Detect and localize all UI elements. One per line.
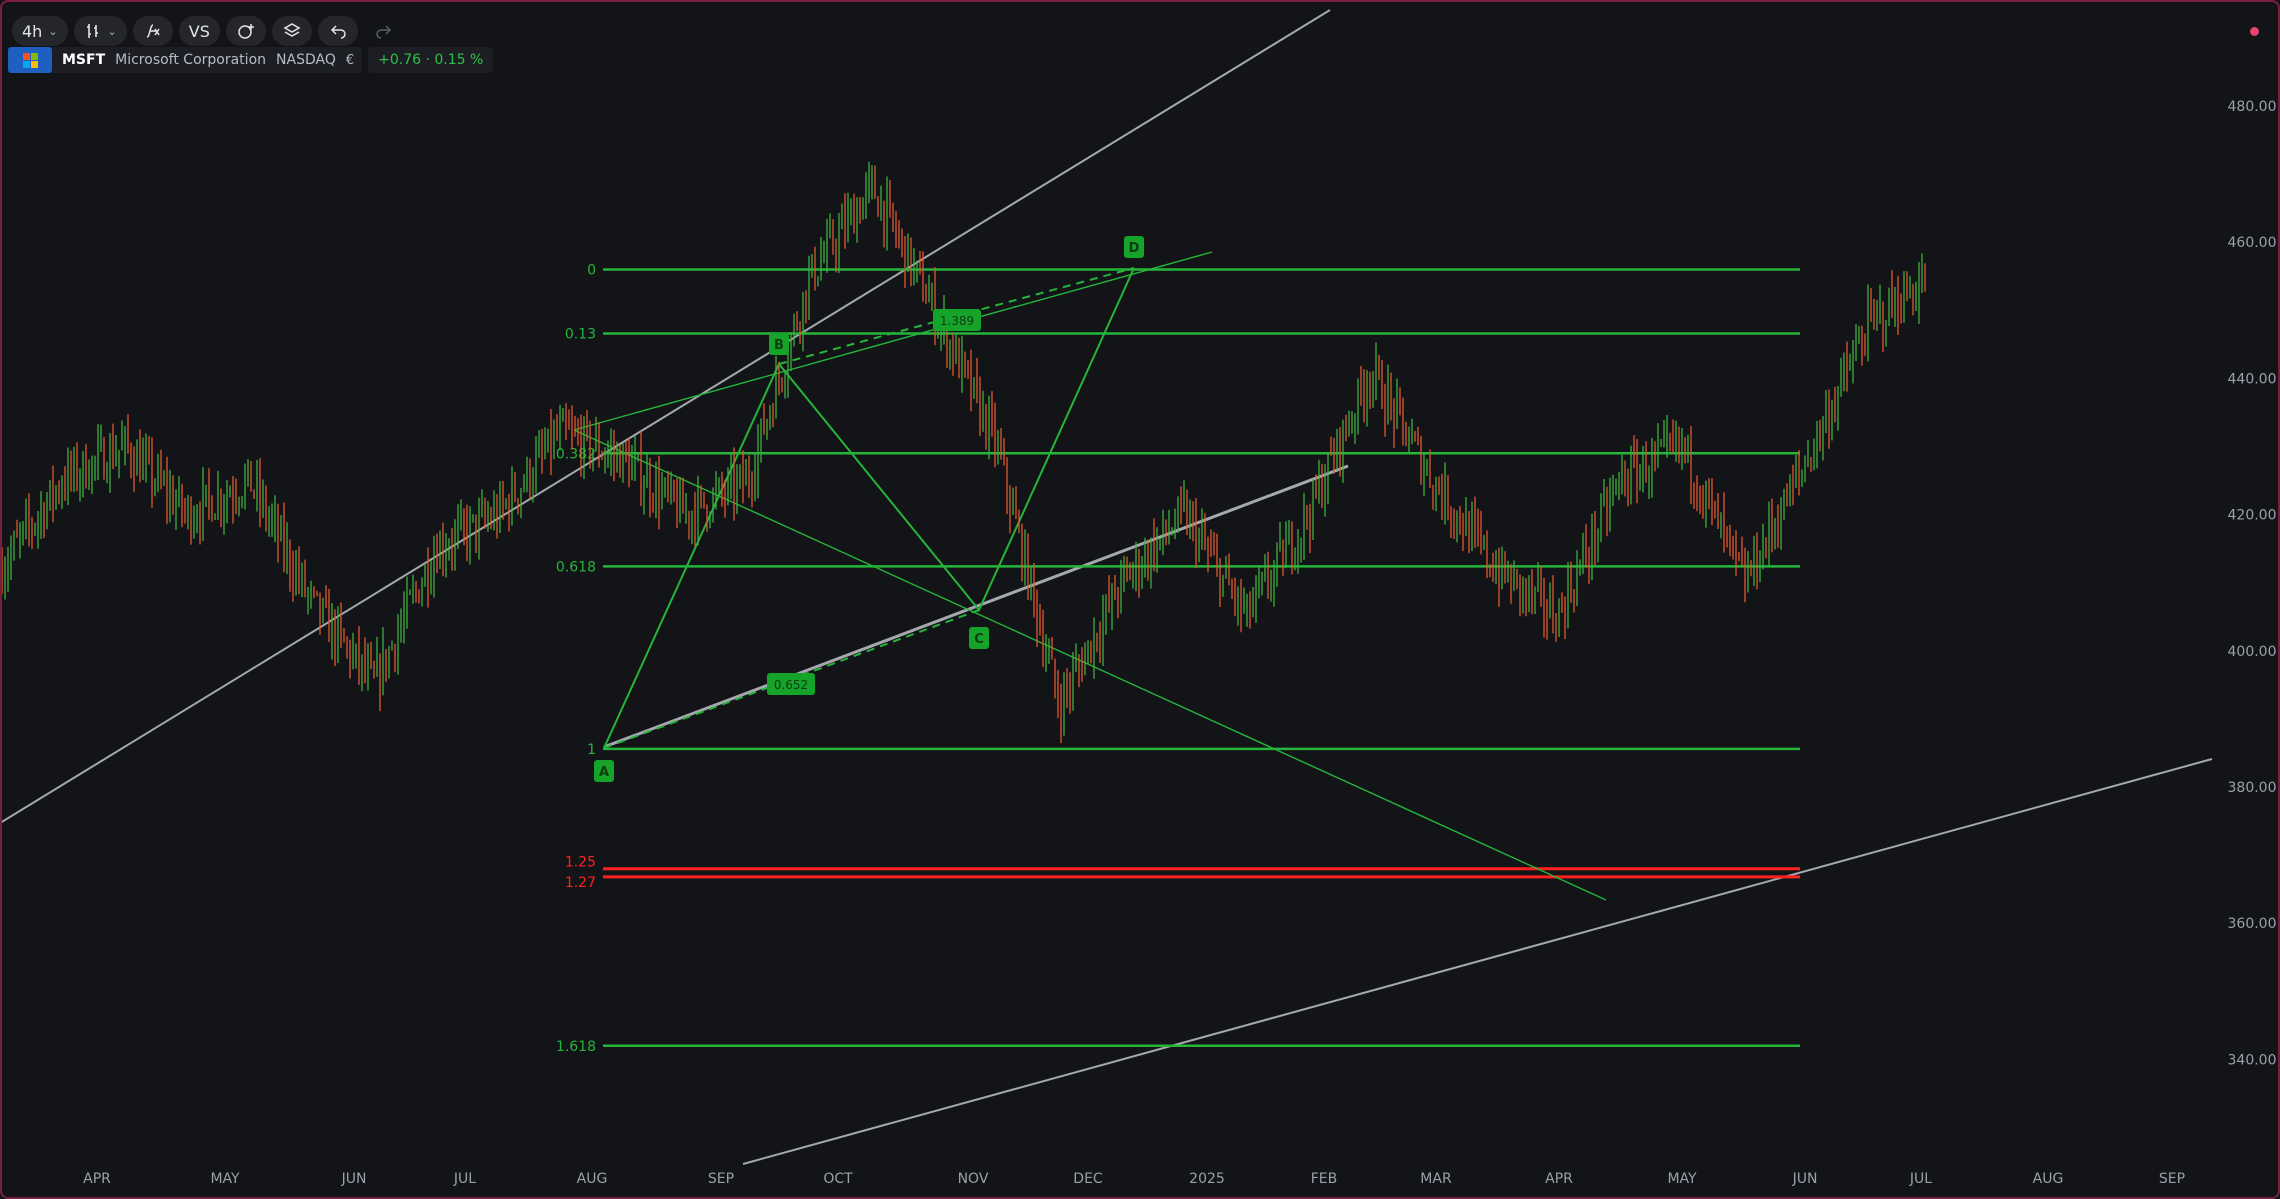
compare-button[interactable]: VS bbox=[178, 16, 220, 46]
price-tick-label: 420.00 bbox=[2228, 508, 2277, 524]
compare-label: VS bbox=[188, 21, 210, 41]
trendline-upper[interactable] bbox=[0, 9, 1331, 824]
interval-label: 4h bbox=[22, 21, 43, 41]
projection-line bbox=[573, 429, 1607, 901]
time-tick-label: FEB bbox=[1311, 1171, 1338, 1187]
time-tick-label: 2025 bbox=[1189, 1171, 1225, 1187]
price-tick-label: 340.00 bbox=[2228, 1052, 2277, 1068]
fib-level-label: 1.618 bbox=[556, 1039, 596, 1055]
time-tick-label: MAY bbox=[1667, 1171, 1697, 1187]
price-tick-label: 460.00 bbox=[2228, 235, 2277, 251]
chart-toolbar: 4h ⌄ ⌄ VS bbox=[12, 14, 404, 48]
fib-level-label: 1.25 bbox=[565, 855, 596, 871]
alert-button[interactable] bbox=[225, 16, 266, 46]
price-change: +0.76 · 0.15 % bbox=[368, 47, 494, 73]
layers-icon bbox=[283, 23, 301, 37]
chevron-down-icon: ⌄ bbox=[107, 24, 117, 38]
bar-style-icon bbox=[86, 24, 98, 38]
channel-line bbox=[573, 251, 1213, 431]
pattern-point-label: A bbox=[599, 765, 609, 780]
exchange-name: NASDAQ bbox=[276, 52, 336, 68]
pattern-point-label: C bbox=[974, 632, 984, 647]
price-tick-label: 480.00 bbox=[2228, 99, 2277, 115]
redo-button[interactable] bbox=[364, 16, 404, 46]
currency-icon: € bbox=[345, 52, 355, 68]
time-tick-label: AUG bbox=[2033, 1171, 2064, 1187]
microsoft-logo-icon bbox=[8, 47, 52, 73]
fib-level-label: 1 bbox=[587, 742, 596, 758]
price-axis[interactable]: 480.00 460.00 440.00 420.00 400.00 380.00 360.… bbox=[2228, 99, 2277, 1068]
redo-icon bbox=[376, 25, 391, 39]
time-tick-label: JUL bbox=[453, 1171, 476, 1187]
trendline-lower[interactable] bbox=[742, 758, 2213, 1165]
time-tick-label: AUG bbox=[577, 1171, 608, 1187]
price-tick-label: 400.00 bbox=[2228, 644, 2277, 660]
indicator-fx-icon bbox=[146, 24, 160, 38]
company-name: Microsoft Corporation bbox=[115, 52, 267, 68]
time-tick-label: APR bbox=[1545, 1171, 1573, 1187]
symbol-legend: MSFT Microsoft Corporation NASDAQ € +0.7… bbox=[8, 47, 494, 73]
layers-button[interactable] bbox=[271, 16, 312, 46]
fib-level-label: 0 bbox=[587, 262, 596, 278]
fib-level-label: 0.618 bbox=[556, 559, 596, 575]
time-tick-label: APR bbox=[83, 1171, 111, 1187]
pattern-point-label: D bbox=[1129, 241, 1140, 256]
price-tick-label: 440.00 bbox=[2228, 371, 2277, 387]
price-tick-label: 360.00 bbox=[2228, 916, 2277, 932]
time-tick-label: JUN bbox=[1792, 1171, 1818, 1187]
ratio-label: 1.389 bbox=[940, 314, 974, 328]
interval-selector[interactable]: 4h ⌄ bbox=[12, 16, 68, 46]
fib-level-label: 1.27 bbox=[565, 875, 596, 891]
time-tick-label: MAR bbox=[1420, 1171, 1452, 1187]
time-tick-label: SEP bbox=[2159, 1171, 2185, 1187]
time-tick-label: MAY bbox=[210, 1171, 240, 1187]
undo-button[interactable] bbox=[317, 16, 358, 46]
chart-style-selector[interactable]: ⌄ bbox=[73, 16, 127, 46]
indicators-button[interactable] bbox=[132, 16, 173, 46]
time-tick-label: NOV bbox=[958, 1171, 989, 1187]
price-tick-label: 380.00 bbox=[2228, 780, 2277, 796]
time-tick-label: SEP bbox=[708, 1171, 734, 1187]
chevron-down-icon: ⌄ bbox=[48, 24, 58, 38]
fib-level-label: 0.13 bbox=[565, 326, 596, 342]
price-chart[interactable]: 00.130.3820.61811.251.271.618 ABCD1.3890… bbox=[0, 0, 2280, 1199]
ratio-label: 0.652 bbox=[774, 678, 808, 692]
time-tick-label: OCT bbox=[823, 1171, 853, 1187]
time-tick-label: JUL bbox=[1909, 1171, 1932, 1187]
ticker-symbol: MSFT bbox=[62, 52, 106, 68]
pattern-point-label: B bbox=[774, 338, 784, 353]
undo-icon bbox=[330, 25, 346, 39]
time-axis[interactable]: APR MAY JUN JUL AUG SEP OCT NOV DEC 2025 FEB MAR APR… bbox=[83, 1171, 2185, 1187]
alert-icon bbox=[238, 24, 254, 39]
live-status-dot bbox=[2250, 27, 2259, 36]
time-tick-label: DEC bbox=[1073, 1171, 1103, 1187]
time-tick-label: JUN bbox=[341, 1171, 367, 1187]
drawing-layer: 00.130.3820.61811.251.271.618 bbox=[0, 9, 2213, 1165]
symbol-info[interactable]: MSFT Microsoft Corporation NASDAQ € bbox=[8, 47, 363, 73]
